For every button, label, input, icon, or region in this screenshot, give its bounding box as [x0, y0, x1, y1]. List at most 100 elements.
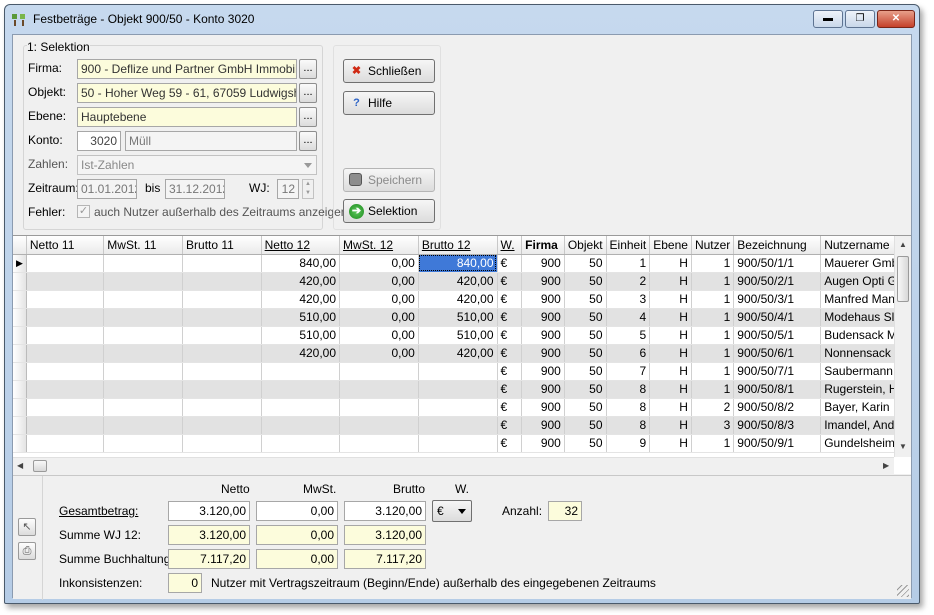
table-cell[interactable] — [26, 344, 105, 363]
table-cell[interactable]: € — [497, 290, 523, 309]
objekt-browse-button[interactable]: ... — [299, 83, 317, 103]
ebene-browse-button[interactable]: ... — [299, 107, 317, 127]
table-cell[interactable]: € — [497, 434, 523, 453]
column-header-8[interactable]: Firma — [521, 236, 565, 255]
table-cell[interactable]: H — [649, 380, 692, 399]
table-cell[interactable]: € — [497, 308, 523, 327]
table-row[interactable]: €900 50 8 H 2 900/50/8/2 Bayer, Karin — [13, 398, 911, 417]
vertical-scroll-thumb[interactable] — [897, 256, 909, 302]
column-header-4[interactable]: Netto 12 — [261, 236, 341, 255]
table-cell[interactable]: 900 — [521, 380, 565, 399]
table-cell[interactable]: 420,00 — [418, 290, 498, 309]
table-cell[interactable] — [182, 434, 262, 453]
table-cell[interactable]: € — [497, 380, 523, 399]
table-cell[interactable]: 900 — [521, 272, 565, 291]
table-cell[interactable] — [339, 416, 419, 435]
table-cell[interactable] — [182, 362, 262, 381]
zeitraum-to-field[interactable]: 31.12.2012 — [165, 179, 225, 199]
table-cell[interactable]: 2 — [606, 272, 651, 291]
table-cell[interactable]: 420,00 — [261, 272, 341, 291]
table-row[interactable]: 510,00 0,00 510,00 €900 50 5 H 1 900/50/5/1 Buden… — [13, 326, 911, 345]
column-header-7[interactable]: W. — [497, 236, 523, 255]
scroll-right-icon[interactable]: ▶ — [883, 461, 889, 470]
table-cell[interactable]: 50 — [564, 290, 607, 309]
table-cell[interactable] — [182, 380, 262, 399]
table-cell[interactable] — [103, 434, 184, 453]
table-cell[interactable]: 1 — [691, 362, 735, 381]
table-cell[interactable] — [339, 362, 419, 381]
table-cell[interactable]: € — [497, 254, 523, 273]
table-cell[interactable]: 0,00 — [339, 254, 419, 273]
table-cell[interactable]: 6 — [606, 344, 651, 363]
table-cell[interactable]: 5 — [606, 326, 651, 345]
table-cell[interactable] — [26, 416, 105, 435]
table-cell[interactable] — [182, 416, 262, 435]
zahlen-combobox[interactable]: Ist-Zahlen — [77, 155, 317, 175]
row-indicator[interactable] — [13, 416, 27, 435]
table-cell[interactable] — [261, 434, 341, 453]
table-cell[interactable] — [26, 254, 105, 273]
selektion-button[interactable]: ➔ Selektion — [343, 199, 435, 223]
table-cell[interactable]: € — [497, 326, 523, 345]
table-cell[interactable]: 8 — [606, 398, 651, 417]
table-cell[interactable]: 50 — [564, 362, 607, 381]
scroll-up-icon[interactable]: ▲ — [899, 240, 907, 249]
table-cell[interactable]: 50 — [564, 308, 607, 327]
table-cell[interactable]: H — [649, 434, 692, 453]
table-cell[interactable]: 900/50/6/1 — [733, 344, 822, 363]
table-cell[interactable]: 900/50/8/1 — [733, 380, 822, 399]
konto-number-field[interactable]: 3020 — [77, 131, 121, 151]
table-cell[interactable]: 420,00 — [418, 344, 498, 363]
currency-dropdown[interactable]: € — [432, 500, 472, 522]
title-bar[interactable]: Festbeträge - Objekt 900/50 - Konto 3020… — [5, 5, 919, 33]
table-cell[interactable]: H — [649, 308, 692, 327]
table-cell[interactable]: H — [649, 398, 692, 417]
table-cell[interactable] — [26, 290, 105, 309]
table-cell[interactable] — [103, 326, 184, 345]
table-cell[interactable]: 900 — [521, 398, 565, 417]
column-header-11[interactable]: Ebene — [649, 236, 692, 255]
row-indicator[interactable]: ▶ — [13, 254, 27, 273]
table-cell[interactable]: 900/50/5/1 — [733, 326, 822, 345]
table-cell[interactable]: 900 — [521, 416, 565, 435]
table-cell[interactable] — [103, 308, 184, 327]
table-cell[interactable] — [103, 344, 184, 363]
table-cell[interactable]: 1 — [691, 272, 735, 291]
table-cell[interactable] — [103, 254, 184, 273]
table-cell[interactable]: € — [497, 362, 523, 381]
table-cell[interactable]: 510,00 — [261, 308, 341, 327]
table-cell[interactable] — [103, 272, 184, 291]
firma-browse-button[interactable]: ... — [299, 59, 317, 79]
table-cell[interactable]: 1 — [691, 326, 735, 345]
table-cell[interactable] — [418, 362, 498, 381]
table-cell[interactable]: 510,00 — [418, 326, 498, 345]
scroll-down-icon[interactable]: ▼ — [899, 442, 907, 451]
table-cell[interactable] — [261, 398, 341, 417]
table-cell[interactable] — [182, 326, 262, 345]
table-row[interactable]: €900 50 7 H 1 900/50/7/1 Saubermann, — [13, 362, 911, 381]
table-cell[interactable] — [261, 416, 341, 435]
table-cell[interactable] — [26, 272, 105, 291]
table-cell[interactable] — [418, 416, 498, 435]
table-cell[interactable]: 50 — [564, 398, 607, 417]
maximize-button[interactable]: ❐ — [845, 10, 875, 28]
speichern-button[interactable]: Speichern — [343, 168, 435, 192]
resize-grip-icon[interactable] — [897, 585, 909, 597]
table-cell[interactable]: 50 — [564, 416, 607, 435]
column-header-2[interactable]: MwSt. 11 — [103, 236, 184, 255]
table-cell[interactable]: 0,00 — [339, 272, 419, 291]
table-cell[interactable]: 0,00 — [339, 326, 419, 345]
table-cell[interactable] — [339, 434, 419, 453]
table-cell[interactable] — [261, 380, 341, 399]
table-cell[interactable]: 1 — [691, 380, 735, 399]
table-cell[interactable]: 900 — [521, 290, 565, 309]
fehler-checkbox[interactable]: ✓ — [77, 205, 90, 218]
table-cell[interactable]: H — [649, 362, 692, 381]
table-cell[interactable]: 840,00 — [261, 254, 341, 273]
zeitraum-from-field[interactable]: 01.01.2012 — [77, 179, 137, 199]
table-cell[interactable]: H — [649, 416, 692, 435]
gesamt-brutto-field[interactable]: 3.120,00 — [344, 501, 426, 521]
table-cell[interactable]: 1 — [606, 254, 651, 273]
table-cell[interactable]: H — [649, 344, 692, 363]
table-cell[interactable]: 900/50/2/1 — [733, 272, 822, 291]
